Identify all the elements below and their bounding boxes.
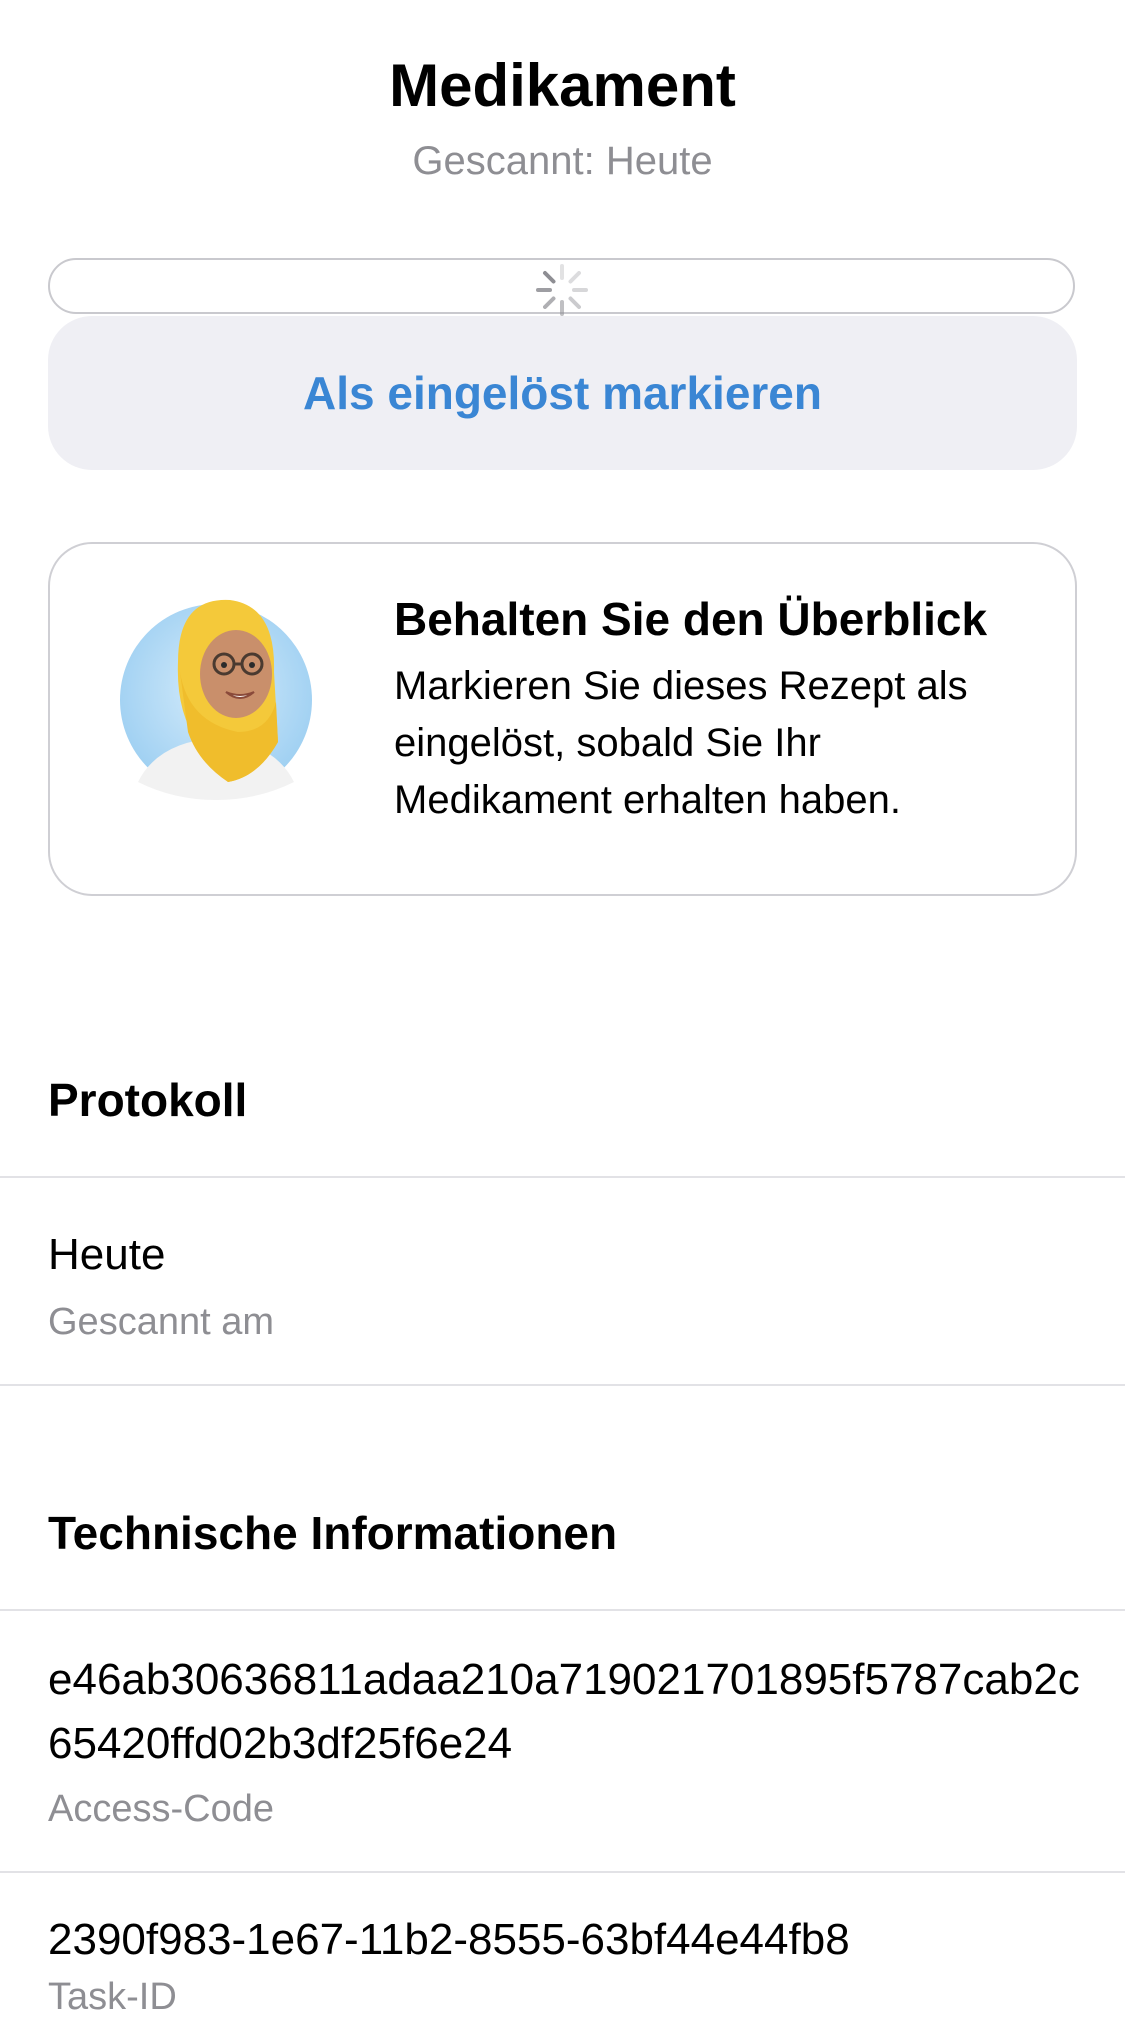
access-code-label: Access-Code	[48, 1788, 274, 1830]
task-id-value[interactable]: 2390f983-1e67-11b2-8555-63bf44e44fb8	[48, 1908, 1098, 1972]
divider	[0, 1609, 1125, 1611]
scan-date-subtitle: Gescannt: Heute	[412, 139, 713, 183]
divider	[0, 1384, 1125, 1386]
hint-title: Behalten Sie den Überblick	[394, 593, 988, 645]
technical-section-title: Technische Informationen	[48, 1507, 618, 1559]
protocol-scan-date-value: Heute	[48, 1230, 166, 1279]
hint-body: Markieren Sie dieses Rezept als eingelös…	[394, 664, 968, 822]
task-id-label: Task-ID	[48, 1976, 177, 2018]
mark-as-redeemed-button[interactable]: Als eingelöst markieren	[48, 316, 1077, 470]
protocol-section-title: Protokoll	[48, 1074, 248, 1126]
pharmacist-avatar	[120, 599, 312, 800]
divider	[0, 1871, 1125, 1873]
loading-spinner-icon	[536, 264, 588, 316]
page-title: Medikament	[389, 52, 736, 119]
access-code-value[interactable]: e46ab30636811adaa210a719021701895f5787ca…	[48, 1648, 1098, 1776]
protocol-scan-date-label: Gescannt am	[48, 1301, 274, 1343]
divider	[0, 1176, 1125, 1178]
